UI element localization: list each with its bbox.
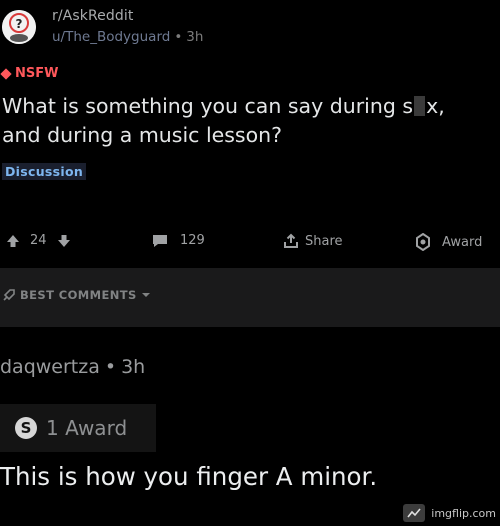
nsfw-diamond-icon (0, 67, 12, 80)
award-count-text: 1 Award (46, 416, 128, 440)
share-button[interactable]: Share (283, 233, 343, 249)
award-label: Award (442, 234, 483, 250)
comment-time: 3h (121, 356, 146, 378)
separator-dot: • (104, 356, 117, 378)
svg-text:S: S (21, 419, 32, 437)
imgflip-watermark: imgflip.com (403, 504, 496, 522)
share-icon (284, 233, 298, 248)
post-title-part1: What is something you can say during s (2, 94, 414, 118)
imgflip-logo-icon (403, 504, 426, 522)
askreddit-logo-icon: ? (2, 10, 36, 44)
comment-sort-dropdown[interactable]: BEST COMMENTS (2, 288, 151, 302)
post-header: ? r/AskReddit u/The_Bodyguard • 3h (0, 0, 500, 58)
post-title-line2: and during a music lesson? (2, 123, 283, 147)
comments-count: 129 (180, 233, 205, 248)
chevron-down-icon (141, 293, 150, 297)
comments-button[interactable]: 129 (152, 233, 205, 248)
rocket-icon (3, 289, 15, 301)
sort-label: BEST COMMENTS (20, 288, 137, 302)
downvote-arrow-icon[interactable] (57, 234, 71, 248)
comment-body: This is how you finger A minor. (0, 462, 378, 491)
svg-text:?: ? (16, 17, 23, 31)
upvote-count: 24 (30, 233, 47, 248)
comment-meta: daqwertza • 3h (0, 356, 145, 378)
censor-block (414, 96, 426, 116)
post-author-line: u/The_Bodyguard • 3h (52, 29, 203, 45)
comment-award-badge[interactable]: S 1 Award (0, 404, 156, 452)
upvote-arrow-icon[interactable] (6, 234, 20, 248)
share-label: Share (305, 233, 343, 249)
post-action-bar: 24 129 Share Award (0, 225, 500, 257)
watermark-text: imgflip.com (431, 506, 496, 520)
subreddit-name[interactable]: r/AskReddit (52, 8, 133, 24)
vote-group: 24 (6, 233, 71, 248)
post-title[interactable]: What is something you can say during s x,… (2, 92, 498, 150)
comment-author[interactable]: daqwertza (0, 356, 100, 378)
post-flair[interactable]: Discussion (2, 163, 87, 180)
silver-award-icon: S (15, 417, 37, 439)
post-time: 3h (186, 29, 204, 45)
post-author[interactable]: u/The_Bodyguard (52, 29, 170, 45)
award-button[interactable]: Award (414, 233, 482, 251)
separator-dot: • (174, 29, 183, 45)
subreddit-avatar[interactable]: ? (2, 10, 36, 44)
comment-bubble-icon (153, 234, 167, 247)
post-title-part2: x, (426, 94, 445, 118)
nsfw-label: NSFW (15, 66, 59, 81)
award-icon (416, 233, 430, 251)
nsfw-tag: NSFW (0, 66, 59, 81)
